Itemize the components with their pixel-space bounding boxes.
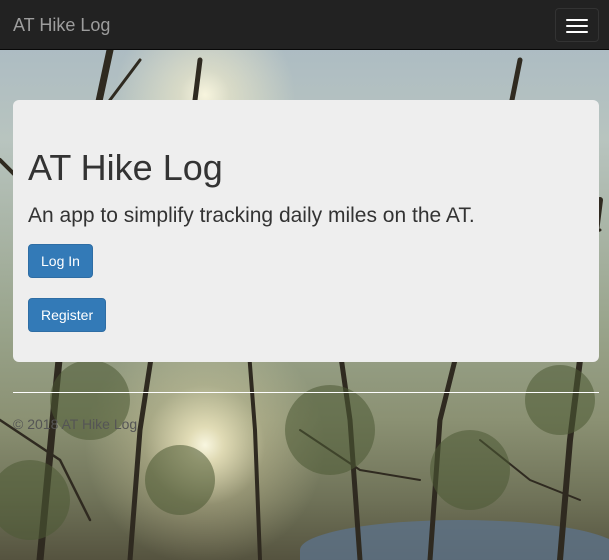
footer-copyright: © 2018 AT Hike Log xyxy=(13,416,138,432)
login-button[interactable]: Log In xyxy=(28,244,93,278)
navbar-brand-link[interactable]: AT Hike Log xyxy=(13,14,110,36)
tagline: An app to simplify tracking daily miles … xyxy=(28,204,475,227)
page-title: AT Hike Log xyxy=(28,147,223,188)
jumbotron-panel: AT Hike Log An app to simplify tracking … xyxy=(13,100,599,362)
navbar: AT Hike Log xyxy=(0,0,609,50)
navbar-toggle-button[interactable] xyxy=(555,8,599,42)
register-button[interactable]: Register xyxy=(28,298,107,332)
footer-divider xyxy=(13,392,599,393)
